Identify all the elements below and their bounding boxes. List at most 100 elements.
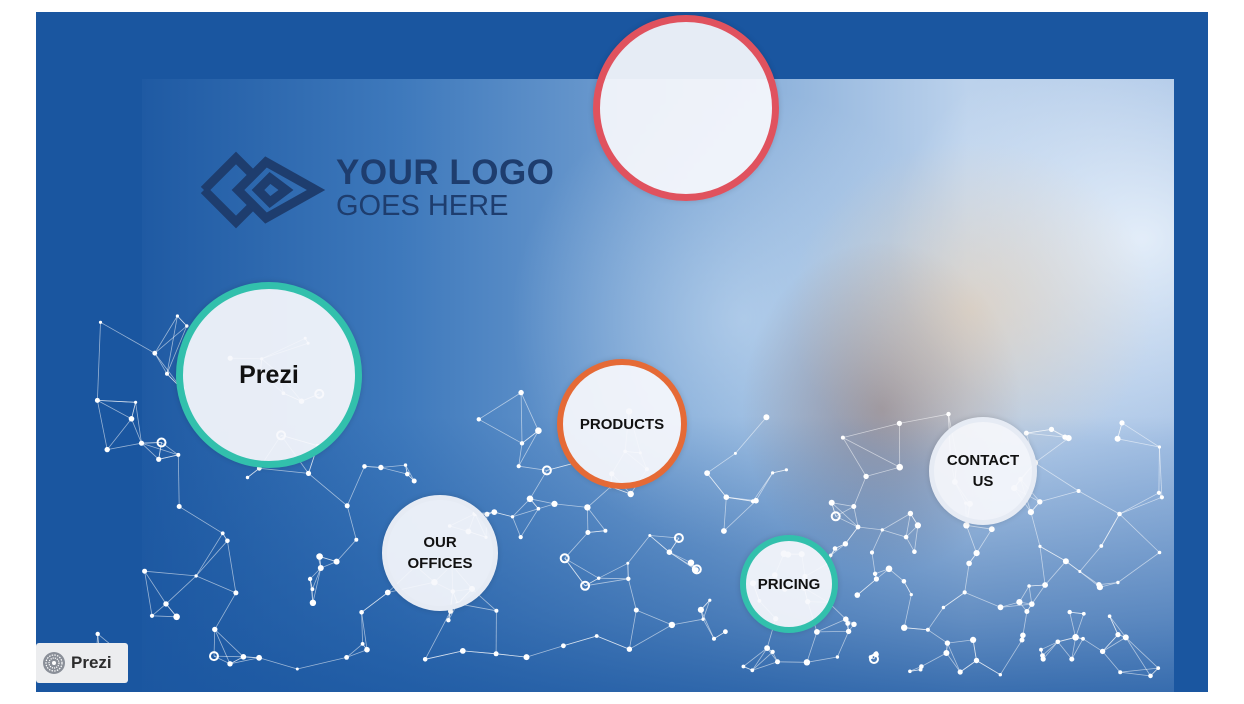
network-node: [1067, 609, 1072, 615]
network-link: [478, 418, 523, 444]
network-link: [1039, 546, 1046, 586]
network-node: [907, 510, 914, 517]
network-link: [151, 603, 167, 617]
network-link: [158, 454, 179, 460]
network-node: [1037, 499, 1043, 505]
network-node: [535, 427, 542, 435]
frame-products[interactable]: PRODUCTS: [557, 359, 687, 489]
network-link: [627, 578, 637, 611]
network-link: [336, 539, 357, 562]
network-node: [668, 621, 676, 629]
network-node: [493, 651, 499, 657]
network-node: [1019, 637, 1025, 643]
network-node: [835, 655, 840, 659]
network-link: [596, 635, 630, 650]
network-node: [771, 471, 775, 475]
frame-top-circle[interactable]: [593, 15, 779, 201]
network-node: [240, 654, 247, 660]
network-link: [865, 466, 900, 477]
network-link: [346, 643, 363, 658]
network-node: [459, 648, 466, 654]
network-link: [837, 631, 849, 658]
frame-prezi[interactable]: Prezi: [176, 282, 362, 468]
network-node: [95, 631, 100, 637]
network-link: [857, 526, 883, 531]
network-link: [1119, 496, 1163, 515]
network-link: [1039, 490, 1079, 503]
network-link: [1039, 546, 1067, 562]
network-link: [636, 609, 673, 626]
network-node: [1159, 495, 1164, 500]
network-link: [425, 650, 463, 660]
network-node: [359, 610, 364, 615]
network-link: [1026, 429, 1052, 434]
network-link: [726, 496, 754, 502]
network-node: [594, 634, 599, 638]
network-node: [840, 435, 845, 440]
network-node: [516, 464, 521, 469]
network-link: [857, 578, 877, 596]
frame-pricing[interactable]: PRICING: [740, 535, 838, 633]
network-node: [316, 554, 320, 558]
network-node: [212, 626, 218, 633]
network-link: [177, 315, 188, 327]
network-node: [526, 495, 534, 503]
network-node: [845, 628, 852, 635]
frame-offices-label: OUR OFFICES: [407, 534, 473, 572]
network-node: [957, 669, 963, 675]
network-node: [422, 657, 428, 662]
network-node: [1122, 634, 1129, 641]
network-node: [1156, 666, 1161, 670]
network-link: [346, 505, 357, 540]
network-node: [1029, 601, 1035, 607]
network-node: [1072, 634, 1079, 641]
network-node: [708, 598, 712, 602]
network-node: [403, 463, 408, 467]
frame-pricing-label: PRICING: [757, 575, 821, 593]
frame-our-offices[interactable]: OUR OFFICES: [382, 495, 498, 611]
network-node: [333, 558, 340, 565]
network-node: [973, 550, 980, 557]
network-link: [999, 639, 1023, 675]
network-node: [597, 576, 601, 580]
network-link: [587, 486, 611, 508]
network-node: [1114, 435, 1121, 442]
prezi-badge[interactable]: Prezi: [36, 643, 128, 683]
network-node: [138, 440, 145, 446]
network-node: [814, 629, 820, 635]
network-node: [1119, 420, 1125, 426]
network-node: [753, 497, 759, 504]
network-link: [195, 540, 228, 577]
network-node: [633, 607, 639, 613]
network-link: [380, 467, 408, 475]
network-link: [842, 423, 900, 438]
network-link: [629, 610, 637, 650]
network-link: [1100, 513, 1120, 547]
network-node: [551, 500, 558, 507]
network-node: [626, 646, 633, 652]
network-node: [896, 463, 903, 471]
network-node: [901, 624, 908, 631]
frame-contact-us[interactable]: CONTACT US: [929, 417, 1037, 525]
network-link: [1102, 651, 1121, 673]
network-link: [1044, 560, 1067, 586]
network-node: [966, 560, 972, 567]
network-node: [94, 397, 100, 403]
network-link: [966, 524, 992, 530]
network-link: [308, 473, 348, 507]
network-node: [310, 587, 315, 592]
network-node: [1116, 580, 1120, 585]
network-link: [1034, 437, 1069, 464]
network-link: [1075, 613, 1085, 638]
prezi-logo-icon: [43, 652, 65, 674]
network-link: [135, 402, 142, 444]
network-link: [899, 413, 949, 424]
network-node: [962, 590, 967, 595]
network-node: [845, 621, 851, 626]
network-node: [842, 541, 849, 547]
network-node: [880, 528, 884, 532]
network-node: [518, 389, 524, 396]
network-node: [973, 657, 980, 664]
network-node: [1016, 599, 1023, 606]
network-node: [1148, 673, 1153, 679]
